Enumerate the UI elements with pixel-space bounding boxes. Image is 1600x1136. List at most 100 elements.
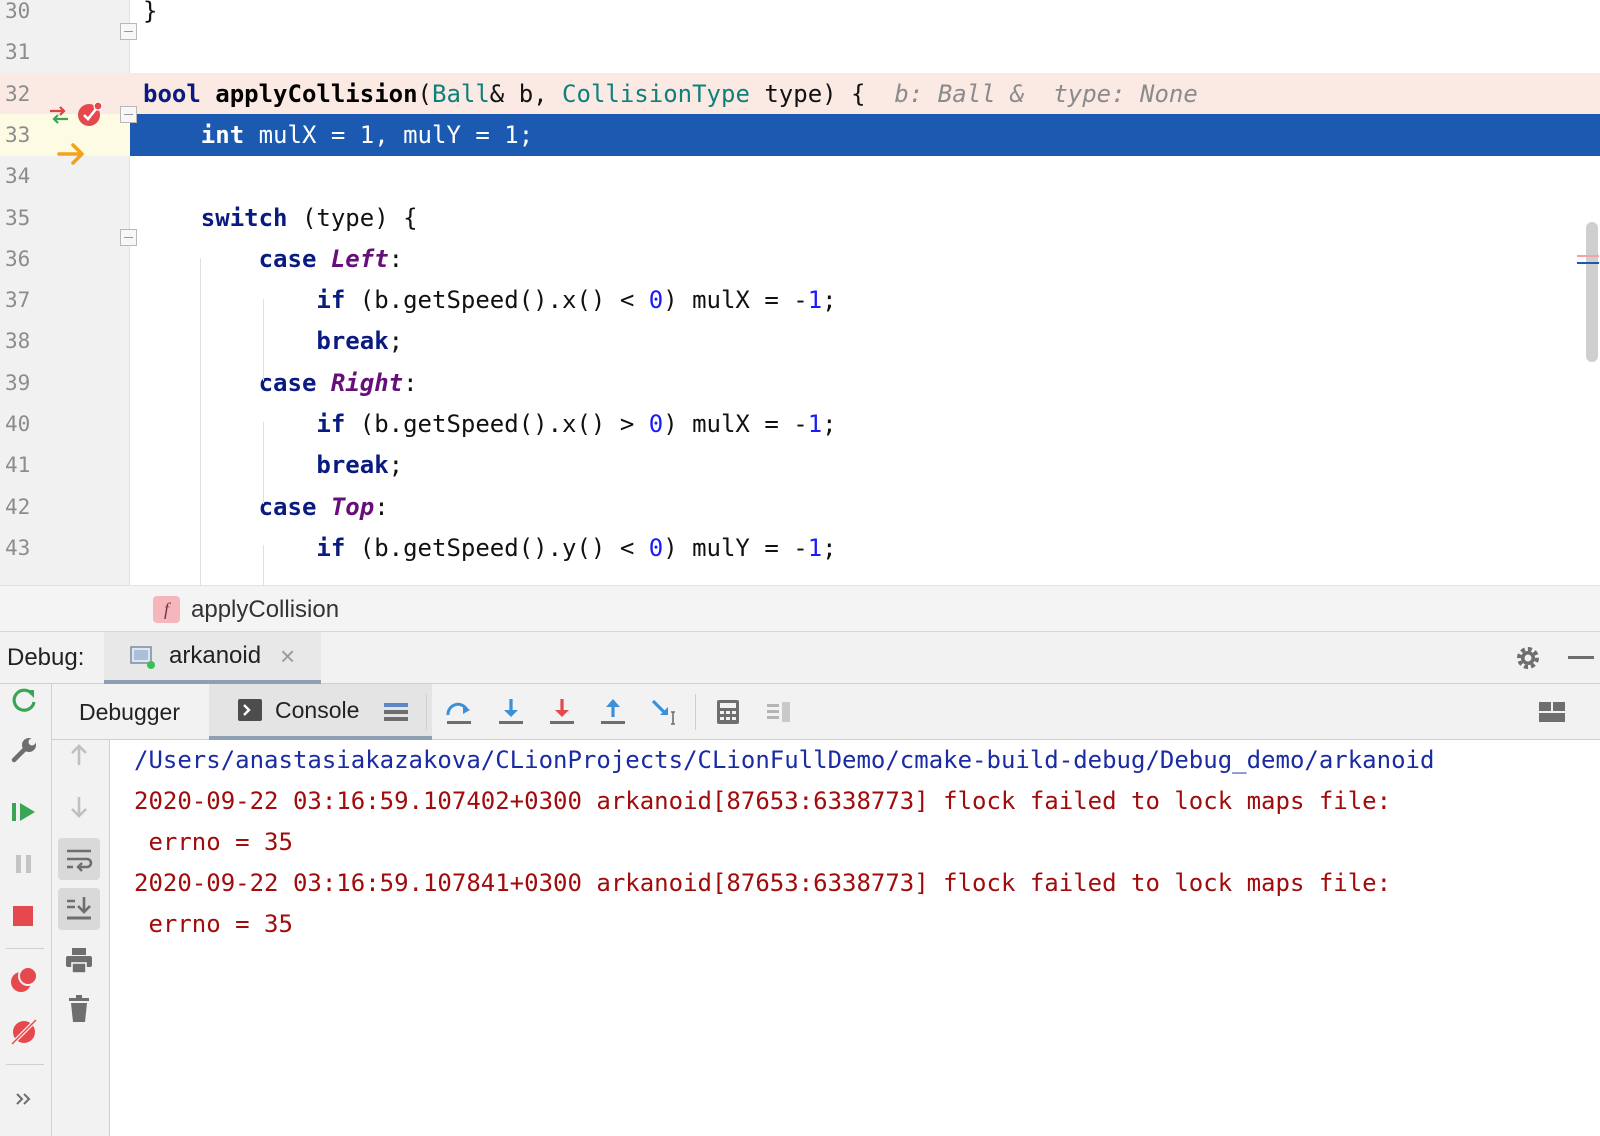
code-line[interactable]: 40 if (b.getSpeed().x() > 0) mulX = -1; xyxy=(0,403,1600,445)
code-token: ; xyxy=(822,410,837,438)
code-line[interactable]: 37 if (b.getSpeed().x() < 0) mulX = -1; xyxy=(0,279,1600,321)
pause-icon[interactable] xyxy=(8,848,40,880)
code-line[interactable]: 38 break; xyxy=(0,320,1600,362)
down-stack-button[interactable] xyxy=(58,786,100,828)
code-line[interactable]: 31 xyxy=(0,31,1600,73)
code-line[interactable]: 43 if (b.getSpeed().y() < 0) mulY = -1; xyxy=(0,527,1600,569)
run-to-cursor-icon[interactable] xyxy=(649,696,681,728)
up-stack-button[interactable] xyxy=(58,734,100,776)
line-number: 41 xyxy=(5,453,31,478)
fold-marker[interactable] xyxy=(120,106,137,123)
console-output[interactable]: /Users/anastasiakazakova/CLionProjects/C… xyxy=(110,740,1600,1136)
resume-icon[interactable] xyxy=(8,796,40,828)
code-line[interactable]: 32 bool applyCollision(Ball& b, Collision… xyxy=(0,72,1600,115)
console-toolbar xyxy=(52,740,110,1136)
stop-icon[interactable] xyxy=(8,900,40,932)
code-text: case Left: xyxy=(143,238,404,280)
code-token: ) mulY = - xyxy=(663,533,808,562)
breakpoint-icon[interactable] xyxy=(77,101,103,127)
force-step-into-icon[interactable] xyxy=(546,696,578,728)
code-token: 0 xyxy=(648,286,664,315)
step-over-icon[interactable] xyxy=(443,696,475,728)
code-token: : xyxy=(388,244,404,273)
code-line[interactable]: 35 switch (type) { xyxy=(0,197,1600,239)
execution-stripe-marker[interactable] xyxy=(1577,262,1599,264)
console-error-line: 2020-09-22 03:16:59.107841+0300 arkanoid… xyxy=(134,869,1392,897)
line-number: 42 xyxy=(5,494,31,519)
session-tab[interactable]: arkanoid × xyxy=(104,632,321,684)
more-icon[interactable] xyxy=(8,1084,40,1116)
code-editor[interactable]: 30} 31 32 bool applyCollision(Ball& b, Coll… xyxy=(0,0,1600,585)
code-token: 0 xyxy=(648,410,664,438)
code-token: case xyxy=(258,492,331,521)
step-out-icon[interactable] xyxy=(597,696,629,728)
view-breakpoints-icon[interactable] xyxy=(8,964,40,996)
code-token: break xyxy=(316,327,389,356)
indent-guide xyxy=(200,258,201,585)
layout-icon[interactable] xyxy=(380,696,412,728)
code-token: 1 xyxy=(807,410,823,438)
line-number: 32 xyxy=(5,81,31,106)
down-arrow-icon xyxy=(71,797,87,818)
fold-marker[interactable] xyxy=(120,229,137,246)
toolbar-separator xyxy=(6,1064,44,1065)
code-line[interactable]: 41 break; xyxy=(0,444,1600,486)
code-token: (b.getSpeed().x() > xyxy=(345,410,649,438)
restore-layout-icon[interactable] xyxy=(1536,696,1568,728)
line-number: 38 xyxy=(5,329,31,354)
code-line[interactable]: 30} xyxy=(0,0,1600,32)
code-token: mulX = 1, mulY = 1; xyxy=(244,120,534,149)
toolbar-separator xyxy=(695,694,696,730)
code-text: break; xyxy=(143,320,403,362)
print-icon xyxy=(66,948,92,974)
code-token: break xyxy=(316,451,389,480)
print-button[interactable] xyxy=(58,940,100,982)
rerun-icon[interactable] xyxy=(8,684,40,716)
console-icon xyxy=(238,699,262,721)
code-line[interactable]: 34 xyxy=(0,155,1600,197)
evaluate-expression-icon[interactable] xyxy=(712,696,744,728)
line-number: 37 xyxy=(5,288,31,313)
code-line[interactable]: 42 case Top: xyxy=(0,486,1600,528)
code-token: ) mulX = - xyxy=(663,410,808,438)
code-token: ; xyxy=(388,327,404,356)
debug-label: Debug: xyxy=(7,644,85,671)
console-error-line: 2020-09-22 03:16:59.107402+0300 arkanoid… xyxy=(134,787,1392,815)
line-number: 35 xyxy=(5,205,31,230)
code-line[interactable]: 39 case Right: xyxy=(0,362,1600,404)
clear-all-button[interactable] xyxy=(58,988,100,1030)
scroll-to-end-button[interactable] xyxy=(58,888,100,930)
inline-value-hint: b: Ball & type: None xyxy=(894,79,1198,108)
minimize-icon[interactable] xyxy=(1568,656,1594,659)
code-token: bool xyxy=(143,79,216,108)
gear-icon[interactable] xyxy=(1514,644,1542,672)
tab-debugger[interactable]: Debugger xyxy=(52,684,207,740)
soft-wrap-button[interactable] xyxy=(58,838,100,880)
code-text: if (b.getSpeed().x() < 0) mulX = -1; xyxy=(143,279,837,321)
wrench-icon[interactable] xyxy=(8,734,40,766)
toolbar-separator xyxy=(426,694,427,730)
code-token: : xyxy=(374,492,389,521)
debug-toolbar: Debugger Console xyxy=(52,684,1600,740)
step-into-icon[interactable] xyxy=(495,696,527,728)
editor-scrollbar[interactable] xyxy=(1586,222,1598,362)
code-token: Top xyxy=(330,492,375,521)
fold-marker[interactable] xyxy=(120,23,137,40)
code-line[interactable]: 33 int mulX = 1, mulY = 1; xyxy=(0,113,1600,156)
error-stripe-marker[interactable] xyxy=(1577,255,1599,257)
code-token: case xyxy=(258,368,331,397)
breadcrumb-function[interactable]: applyCollision xyxy=(191,586,339,633)
breadcrumb[interactable]: f applyCollision xyxy=(0,585,1600,632)
up-arrow-icon xyxy=(71,744,87,765)
code-token: ; xyxy=(822,533,837,562)
console-path-line: /Users/anastasiakazakova/CLionProjects/C… xyxy=(134,746,1435,774)
mute-breakpoints-icon[interactable] xyxy=(8,1016,40,1048)
code-token: ; xyxy=(822,286,837,315)
trace-icon[interactable] xyxy=(763,696,795,728)
code-line[interactable]: 36 case Left: xyxy=(0,238,1600,280)
close-icon[interactable]: × xyxy=(280,632,295,680)
execution-point-icon xyxy=(57,143,84,165)
